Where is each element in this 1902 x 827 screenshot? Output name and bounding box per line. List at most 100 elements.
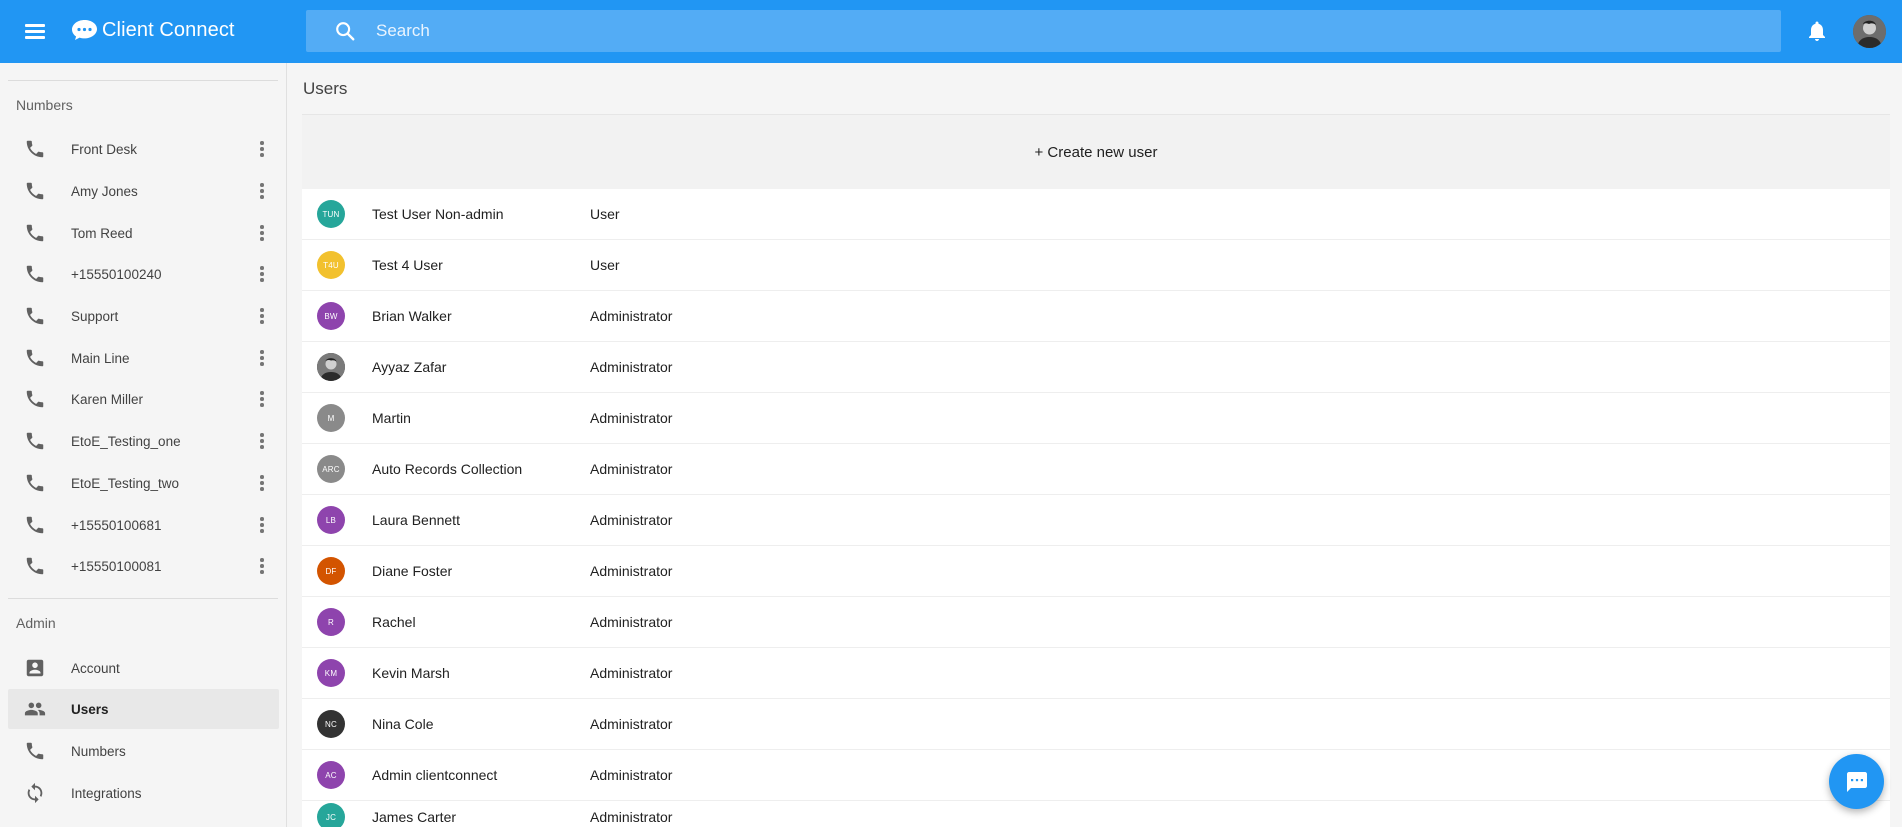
sync-icon	[27, 782, 43, 804]
user-row[interactable]: JC James Carter Administrator	[302, 801, 1890, 827]
sidebar-item-users[interactable]: Users	[8, 689, 279, 729]
user-row[interactable]: KM Kevin Marsh Administrator	[302, 648, 1890, 699]
avatar: T4U	[317, 251, 345, 279]
sidebar-item-integrations[interactable]: Integrations	[8, 773, 279, 813]
user-role: Administrator	[590, 665, 673, 681]
more-vert-icon[interactable]	[252, 431, 272, 451]
more-vert-icon[interactable]	[252, 556, 272, 576]
sidebar-number-15550100240[interactable]: +15550100240	[8, 254, 279, 294]
sidebar-item-label: EtoE_Testing_two	[71, 475, 180, 491]
user-role: Administrator	[590, 716, 673, 732]
sidebar-number-15550100081[interactable]: +15550100081	[8, 546, 279, 586]
more-vert-icon[interactable]	[252, 306, 272, 326]
sidebar-number-etoe-testing-one[interactable]: EtoE_Testing_one	[8, 421, 279, 461]
more-vert-icon[interactable]	[252, 389, 272, 409]
sidebar-item-label: +15550100081	[71, 558, 162, 574]
user-role: Administrator	[590, 614, 673, 630]
search-icon[interactable]	[334, 20, 356, 42]
sidebar-number-etoe-testing-two[interactable]: EtoE_Testing_two	[8, 463, 279, 503]
sidebar-number-front-desk[interactable]: Front Desk	[8, 129, 279, 169]
menu-icon[interactable]	[22, 18, 48, 44]
people-icon	[24, 702, 46, 716]
user-avatar[interactable]	[1853, 15, 1886, 48]
user-role: Administrator	[590, 359, 673, 375]
sidebar-number-tom-reed[interactable]: Tom Reed	[8, 213, 279, 253]
chat-fab-button[interactable]	[1829, 754, 1884, 809]
user-row[interactable]: DF Diane Foster Administrator	[302, 546, 1890, 597]
sidebar-item-label: EtoE_Testing_one	[71, 433, 181, 449]
user-name: Rachel	[372, 614, 416, 630]
avatar: TUN	[317, 200, 345, 228]
sidebar-item-numbers[interactable]: Numbers	[8, 731, 279, 771]
phone-icon	[26, 349, 44, 367]
user-row[interactable]: M Martin Administrator	[302, 393, 1890, 444]
admin-section-title: Admin	[16, 615, 56, 631]
divider	[8, 598, 278, 599]
sidebar-number-karen-miller[interactable]: Karen Miller	[8, 379, 279, 419]
more-vert-icon[interactable]	[252, 515, 272, 535]
app-title: Client Connect	[102, 18, 235, 41]
avatar: ARC	[317, 455, 345, 483]
user-role: Administrator	[590, 308, 673, 324]
user-photo-icon	[317, 353, 345, 381]
notifications-bell-icon[interactable]	[1805, 19, 1829, 43]
more-vert-icon[interactable]	[252, 348, 272, 368]
phone-icon	[26, 516, 44, 534]
more-vert-icon[interactable]	[252, 264, 272, 284]
user-row[interactable]: R Rachel Administrator	[302, 597, 1890, 648]
sidebar-number-15550100681[interactable]: +15550100681	[8, 505, 279, 545]
user-role: User	[590, 206, 620, 222]
user-role: Administrator	[590, 512, 673, 528]
more-vert-icon[interactable]	[252, 223, 272, 243]
user-role: Administrator	[590, 809, 673, 825]
brand[interactable]: Client Connect	[71, 16, 235, 44]
account-box-icon	[26, 659, 44, 677]
user-name: Kevin Marsh	[372, 665, 450, 681]
sidebar-item-label: Account	[71, 660, 120, 676]
avatar: AC	[317, 761, 345, 789]
sidebar-item-label: Tom Reed	[71, 225, 133, 241]
avatar: KM	[317, 659, 345, 687]
more-vert-icon[interactable]	[252, 139, 272, 159]
sidebar: Numbers Front Desk Amy Jones Tom Reed +1…	[0, 63, 287, 827]
sidebar-item-label: Karen Miller	[71, 391, 144, 407]
user-row[interactable]: BW Brian Walker Administrator	[302, 291, 1890, 342]
user-name: Ayyaz Zafar	[372, 359, 447, 375]
sidebar-number-main-line[interactable]: Main Line	[8, 338, 279, 378]
phone-icon	[26, 390, 44, 408]
sidebar-number-amy-jones[interactable]: Amy Jones	[8, 171, 279, 211]
user-role: Administrator	[590, 563, 673, 579]
user-row[interactable]: T4U Test 4 User User	[302, 240, 1890, 291]
user-row[interactable]: AC Admin clientconnect Administrator	[302, 750, 1890, 801]
avatar: NC	[317, 710, 345, 738]
phone-icon	[26, 140, 44, 158]
search-input[interactable]	[376, 21, 1676, 41]
user-row[interactable]: NC Nina Cole Administrator	[302, 699, 1890, 750]
more-vert-icon[interactable]	[252, 473, 272, 493]
sidebar-item-account[interactable]: Account	[8, 648, 279, 688]
chat-bubble-icon	[72, 20, 97, 40]
sidebar-item-label: Integrations	[71, 785, 142, 801]
user-role: Administrator	[590, 461, 673, 477]
phone-icon	[26, 557, 44, 575]
top-app-bar: Client Connect	[0, 0, 1902, 63]
user-name: Brian Walker	[372, 308, 452, 324]
users-panel: + Create new user TUN Test User Non-admi…	[302, 114, 1890, 827]
more-vert-icon[interactable]	[252, 181, 272, 201]
user-row[interactable]: Ayyaz Zafar Administrator	[302, 342, 1890, 393]
page-title: Users	[303, 79, 348, 98]
sidebar-number-support[interactable]: Support	[8, 296, 279, 336]
avatar: LB	[317, 506, 345, 534]
user-row[interactable]: TUN Test User Non-admin User	[302, 189, 1890, 240]
divider	[8, 80, 278, 81]
sidebar-item-label: Users	[71, 701, 109, 717]
chat-icon	[1846, 771, 1867, 792]
phone-icon	[26, 432, 44, 450]
numbers-section-title: Numbers	[16, 97, 73, 113]
sidebar-item-label: Support	[71, 308, 119, 324]
user-name: Test User Non-admin	[372, 206, 504, 222]
user-role: User	[590, 257, 620, 273]
user-row[interactable]: ARC Auto Records Collection Administrato…	[302, 444, 1890, 495]
user-row[interactable]: LB Laura Bennett Administrator	[302, 495, 1890, 546]
create-new-user-button[interactable]: + Create new user	[302, 115, 1890, 189]
